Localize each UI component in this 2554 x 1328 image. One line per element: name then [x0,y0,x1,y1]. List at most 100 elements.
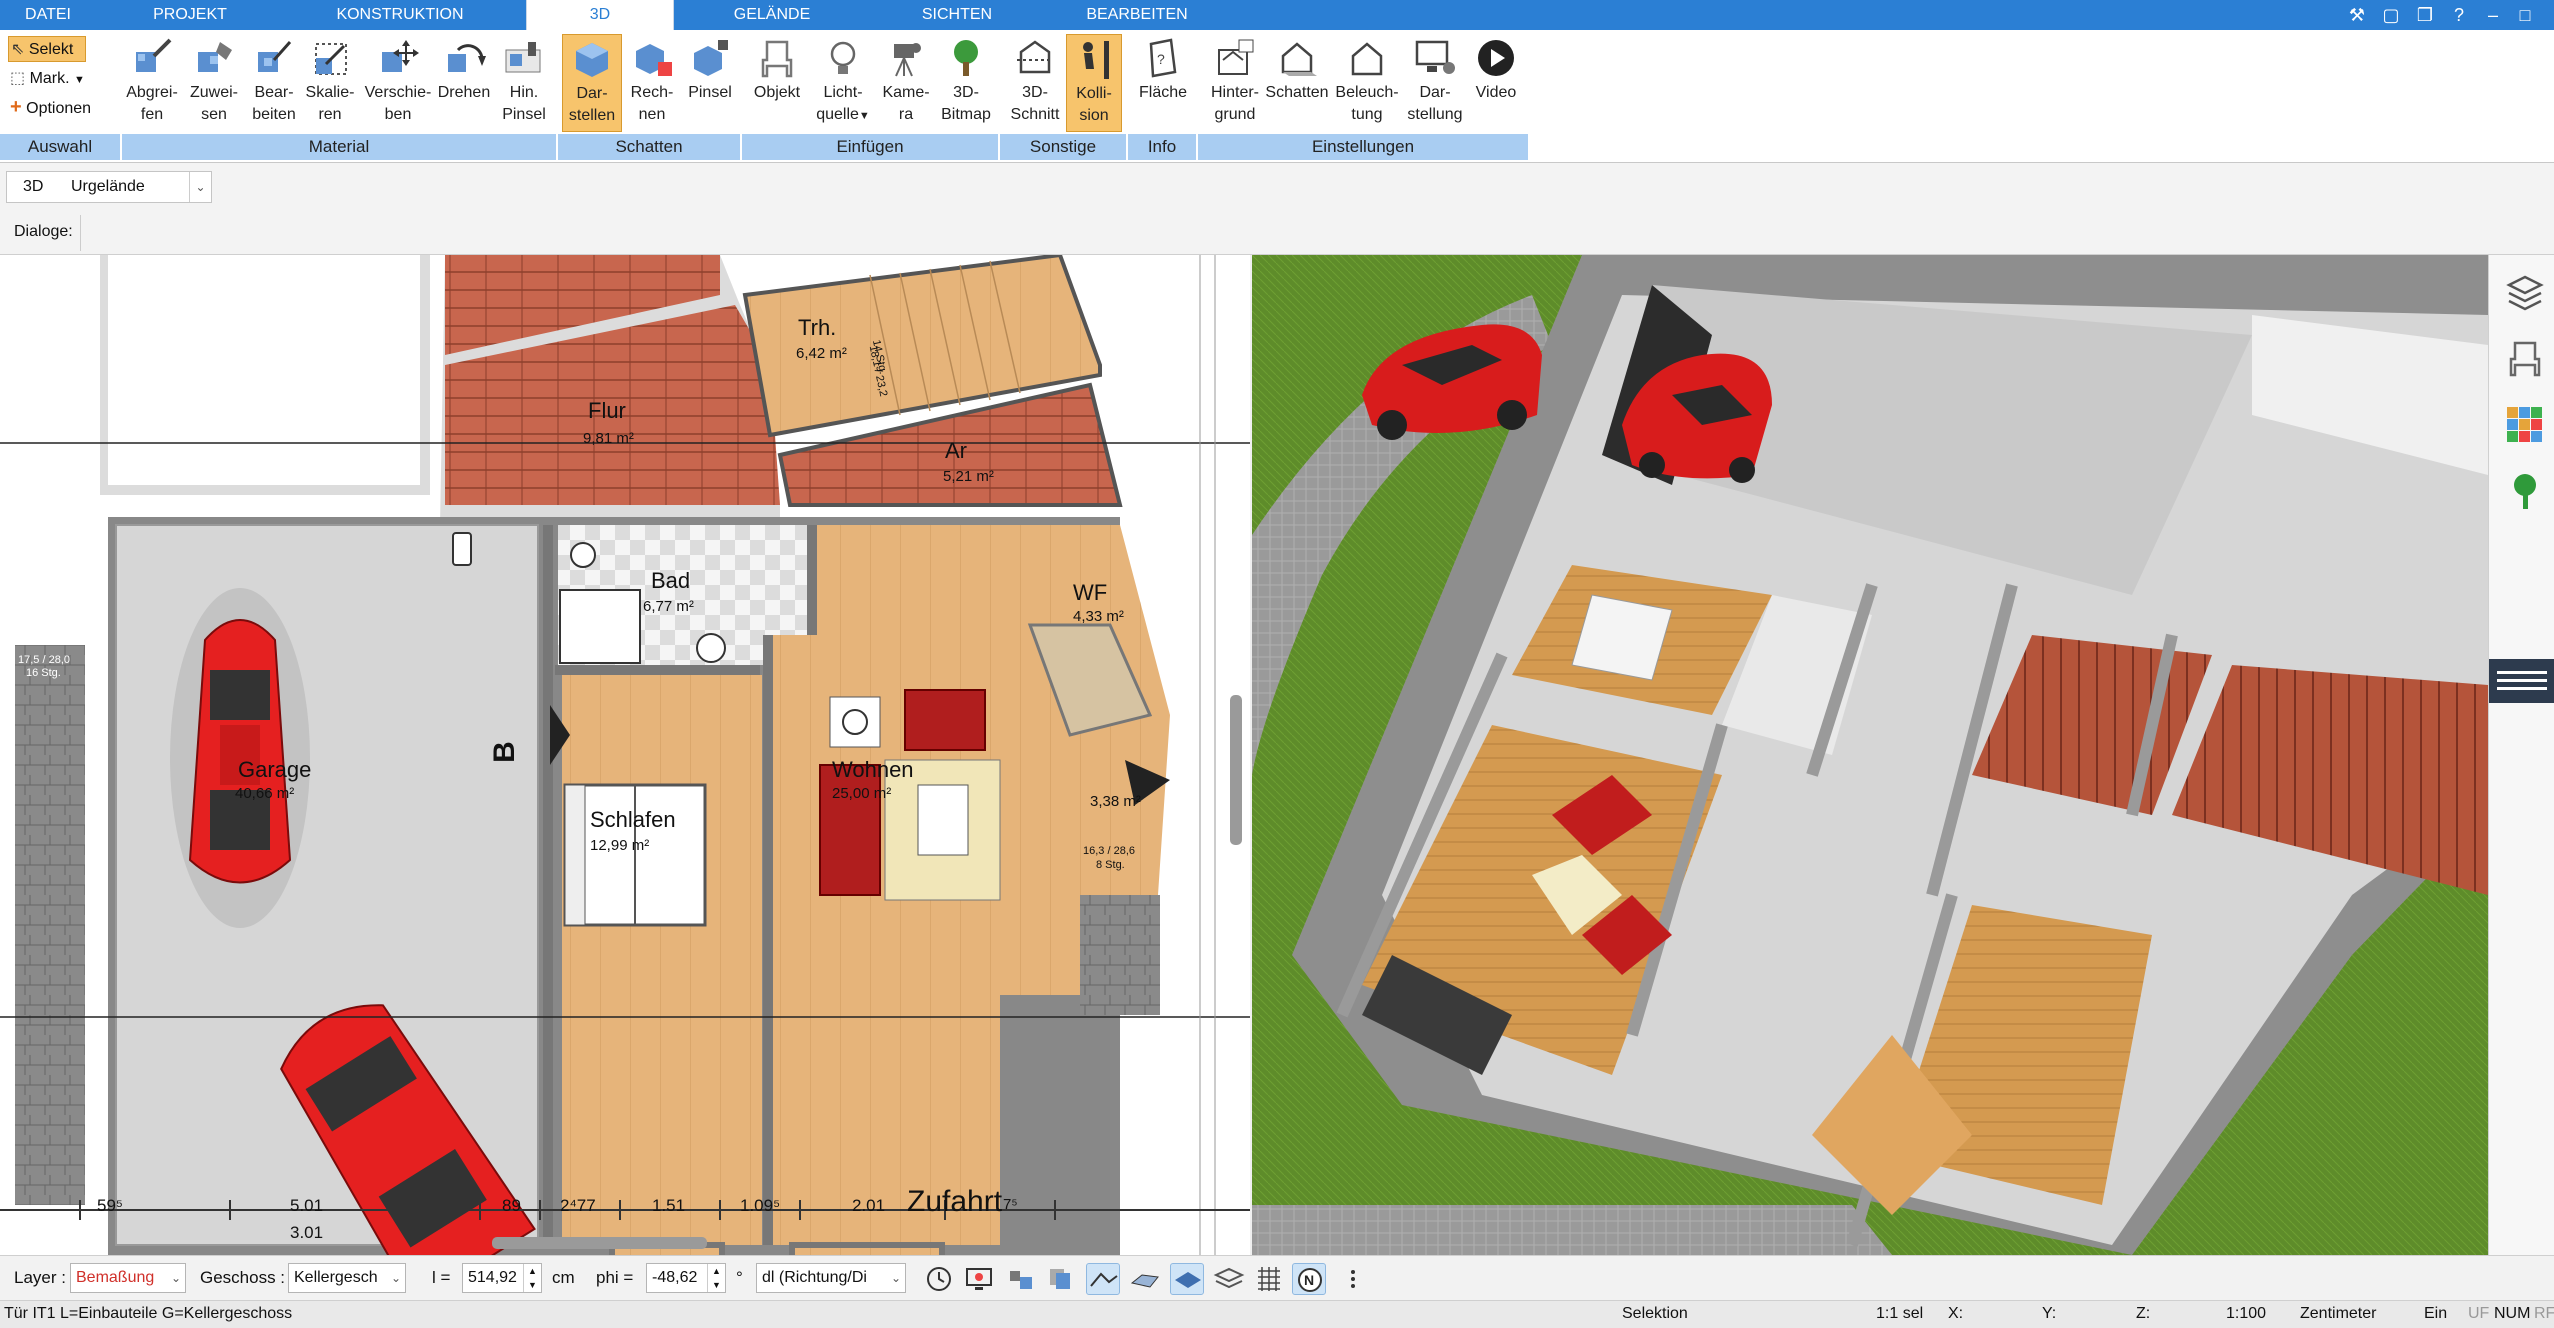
brush-icon [505,42,541,73]
tab-gelaende[interactable]: GELÄNDE [680,0,864,30]
paint-bucket-icon [198,42,232,72]
drehen-button[interactable]: Drehen [436,34,492,132]
mark-dropdown[interactable]: ⬚ Mark. ▼ [8,66,98,92]
more-options-icon[interactable] [1336,1263,1370,1295]
3d-bitmap-button[interactable]: 3D- Bitmap [936,34,996,132]
schatten-pinsel-button[interactable]: Pinsel [682,34,738,132]
length-unit: cm [552,1268,575,1287]
selekt-button[interactable]: ⇖ Selekt [8,36,86,62]
eyedropper-icon [136,38,172,72]
lichtquelle-button[interactable]: Licht-quelle▼ [810,34,876,132]
room-area-ar: 5,21 m² [943,468,994,485]
minimize-icon[interactable]: – [2480,3,2506,27]
room-area-bad: 6,77 m² [643,598,694,615]
objects-icon[interactable] [1004,1263,1038,1295]
dim-8: 7⁵ [1003,1196,1018,1213]
compute-shadow-icon [636,44,672,76]
length-input[interactable]: 514,92 ▲ ▼ [462,1263,542,1293]
bearbeiten-button[interactable]: Bear-beiten [246,34,302,132]
clock-icon[interactable] [922,1263,956,1295]
grid-icon[interactable] [1252,1263,1286,1295]
3d-view[interactable] [1252,255,2488,1255]
phi-input[interactable]: -48,62 ▲ ▼ [646,1263,726,1293]
room-area-wohnen: 25,00 m² [832,785,892,802]
tab-datei[interactable]: DATEI [0,0,96,30]
direction-select[interactable]: dl (Richtung/Di ⌄ [756,1263,906,1293]
street-label: Zufahrt [907,1185,1003,1218]
edit-material-icon [258,41,292,72]
section-marker-b: B [487,741,521,763]
layer-select[interactable]: Bemaßung ⌄ [70,1263,186,1293]
dim-6: 1.09⁵ [740,1196,781,1215]
tab-3d[interactable]: 3D [526,0,674,30]
geschoss-select[interactable]: Kellergesch ⌄ [288,1263,406,1293]
hintergrund-button[interactable]: Hinter-grund [1202,34,1268,132]
terrain-select[interactable]: 3D Urgelände ⌄ [6,171,212,203]
chevron-down-icon: ▼ [858,110,870,122]
tab-sichten[interactable]: SICHTEN [870,0,1044,30]
schatten-settings-button[interactable]: Schatten [1262,34,1332,132]
hatch-icon[interactable] [1128,1263,1162,1295]
rechnen-button[interactable]: Rech-nen [624,34,680,132]
restore-icon[interactable]: ❐ [2412,3,2438,27]
status-scale-sel: 1:1 sel [1876,1305,1924,1322]
kollision-button[interactable]: Kolli-sion [1066,34,1122,132]
copy-icon[interactable] [1044,1263,1078,1295]
sidebar-toggle-button[interactable] [2489,659,2554,703]
floor-plan-view[interactable]: Flur 9,81 m² Trh. 6,42 m² Ar 5,21 m² Bad… [0,255,1250,1255]
verschieben-button[interactable]: Verschie-ben [360,34,436,132]
monitor-icon[interactable] [962,1263,996,1295]
tools-icon[interactable]: ⚒ [2344,3,2370,27]
layers-stack-icon[interactable] [1212,1263,1246,1295]
hin-pinsel-button[interactable]: Hin. Pinsel [494,34,554,132]
phi-label: phi = [596,1268,634,1287]
properties-bar: Layer : Bemaßung ⌄ Geschoss : Kellergesc… [0,1255,2554,1300]
maximize-icon[interactable]: □ [2512,3,2538,27]
optionen-button[interactable]: + Optionen [8,94,112,120]
tab-projekt[interactable]: PROJEKT [100,0,280,30]
house-light-icon [1351,42,1383,76]
chevron-down-icon: ⌄ [170,1271,181,1285]
tab-konstruktion[interactable]: KONSTRUKTION [300,0,500,30]
3d-schnitt-button[interactable]: 3D- Schnitt [1004,34,1066,132]
dim-2: 5.01 [290,1196,324,1215]
furniture-icon[interactable] [2505,339,2545,379]
phi-unit: ° [736,1268,743,1287]
room-label-trh: Trh. [798,315,837,340]
help-icon[interactable]: ? [2446,3,2472,27]
status-scale: 1:100 [2226,1305,2267,1322]
plane-icon[interactable] [1170,1263,1204,1295]
layers-icon[interactable] [2505,273,2545,313]
tab-bearbeiten[interactable]: BEARBEITEN [1050,0,1224,30]
ground-icon[interactable] [1086,1263,1120,1295]
materials-icon[interactable] [2505,405,2545,445]
status-x: X: [1948,1305,1964,1322]
group-label-auswahl: Auswahl [0,134,120,160]
room-label-schlafen: Schlafen [590,807,676,832]
window-layout-icon[interactable]: ▢ [2378,3,2404,27]
chevron-down-icon: ⌄ [890,1271,901,1285]
dialog-row: Dialoge: [0,211,2554,255]
play-icon [1478,40,1514,76]
right-sidebar [2488,255,2554,1255]
status-z: Z: [2136,1305,2151,1322]
north-icon[interactable]: N [1292,1263,1326,1295]
plant-icon[interactable] [2505,471,2545,511]
abgreifen-button[interactable]: Abgrei-fen [122,34,182,132]
beleuchtung-button[interactable]: Beleuch-tung [1332,34,1402,132]
kamera-button[interactable]: Kame-ra [876,34,936,132]
stepper-icon[interactable]: ▲ ▼ [523,1264,541,1292]
mode-label: 3D [23,178,44,195]
objekt-button[interactable]: Objekt [746,34,808,132]
stepper-icon[interactable]: ▲ ▼ [707,1264,725,1292]
darstellen-button[interactable]: Dar-stellen [562,34,622,132]
room-area-schlafen: 12,99 m² [590,837,650,854]
chevron-down-icon[interactable]: ⌄ [189,172,211,202]
video-button[interactable]: Video [1468,34,1524,132]
darstellung-button[interactable]: Dar-stellung [1402,34,1468,132]
skalieren-button[interactable]: Skalie-ren [302,34,358,132]
flaeche-button[interactable]: ? Fläche [1132,34,1194,132]
monitor-settings-icon [1415,40,1455,74]
view-toolbar: 3D Urgelände ⌄ [0,163,2554,211]
zuweisen-button[interactable]: Zuwei-sen [184,34,244,132]
